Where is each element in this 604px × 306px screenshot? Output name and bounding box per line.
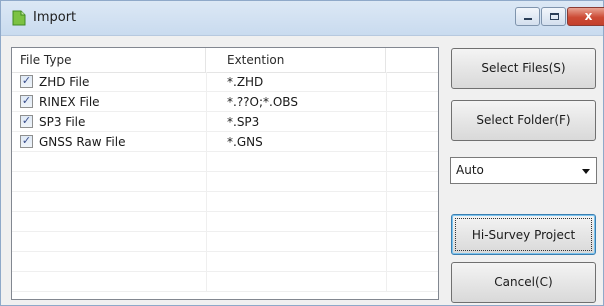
chevron-down-icon[interactable]: [582, 169, 590, 174]
extension-cell: *.ZHD: [227, 75, 264, 89]
column-divider: [386, 192, 387, 212]
empty-row: [12, 192, 438, 212]
file-type-cell: GNSS Raw File: [39, 135, 126, 149]
empty-row: [12, 212, 438, 232]
column-divider: [386, 212, 387, 232]
column-divider: [206, 172, 207, 192]
column-divider: [386, 152, 387, 172]
table-row[interactable]: ✓ SP3 File *.SP3: [12, 112, 438, 132]
column-divider: [206, 152, 207, 172]
checkmark-icon: ✓: [21, 134, 32, 147]
mode-select-value: Auto: [456, 163, 484, 177]
file-type-list[interactable]: File Type Extention ✓ ZHD File *.ZHD ✓ RINEX…: [11, 47, 439, 300]
column-divider: [206, 112, 207, 132]
empty-row: [12, 272, 438, 292]
select-folder-button[interactable]: Select Folder(F): [451, 100, 596, 141]
table-row[interactable]: ✓ RINEX File *.??O;*.OBS: [12, 92, 438, 112]
column-divider: [386, 272, 387, 292]
column-header-file-type[interactable]: File Type: [12, 48, 206, 72]
hi-survey-project-button[interactable]: Hi-Survey Project: [451, 214, 596, 255]
maximize-icon: [550, 13, 559, 20]
empty-row: [12, 232, 438, 252]
row-checkbox[interactable]: ✓: [20, 94, 33, 108]
maximize-button[interactable]: [541, 7, 566, 26]
window-title: Import: [33, 10, 77, 25]
checkmark-icon: ✓: [21, 114, 32, 127]
column-divider: [206, 92, 207, 112]
column-divider: [386, 252, 387, 272]
column-divider: [206, 252, 207, 272]
checkmark-icon: ✓: [21, 74, 32, 87]
column-divider: [386, 72, 387, 92]
column-header-extention[interactable]: Extention: [206, 48, 386, 72]
file-type-cell: SP3 File: [39, 115, 86, 129]
list-header: File Type Extention: [12, 48, 438, 73]
empty-row: [12, 172, 438, 192]
extension-cell: *.??O;*.OBS: [227, 95, 298, 109]
column-divider: [386, 232, 387, 252]
row-checkbox[interactable]: ✓: [20, 134, 33, 148]
extension-cell: *.GNS: [227, 135, 263, 149]
empty-row: [12, 152, 438, 172]
column-divider: [206, 72, 207, 92]
minimize-button[interactable]: [515, 7, 540, 26]
column-divider: [206, 232, 207, 252]
column-divider: [386, 112, 387, 132]
file-type-cell: RINEX File: [39, 95, 100, 109]
empty-row: [12, 252, 438, 272]
minimize-icon: [524, 18, 532, 20]
app-icon: [12, 10, 26, 26]
column-divider: [206, 272, 207, 292]
checkmark-icon: ✓: [21, 94, 32, 107]
column-divider: [206, 192, 207, 212]
import-dialog: Import x File Type Extention ✓ ZHD File *.…: [0, 0, 604, 306]
row-checkbox[interactable]: ✓: [20, 74, 33, 88]
close-icon: x: [584, 9, 593, 23]
column-divider: [386, 172, 387, 192]
select-files-button[interactable]: Select Files(S): [451, 48, 596, 89]
column-divider: [386, 132, 387, 152]
row-checkbox[interactable]: ✓: [20, 114, 33, 128]
extension-cell: *.SP3: [227, 115, 260, 129]
title-bar[interactable]: Import x: [1, 1, 604, 36]
close-button[interactable]: x: [567, 7, 604, 26]
column-divider: [206, 212, 207, 232]
column-divider: [386, 92, 387, 112]
table-row[interactable]: ✓ ZHD File *.ZHD: [12, 72, 438, 92]
column-divider: [206, 132, 207, 152]
cancel-button[interactable]: Cancel(C): [451, 262, 596, 303]
mode-select[interactable]: Auto: [450, 157, 597, 184]
column-header-empty[interactable]: [386, 48, 438, 72]
hi-survey-project-label: Hi-Survey Project: [455, 218, 592, 251]
table-row[interactable]: ✓ GNSS Raw File *.GNS: [12, 132, 438, 152]
file-type-cell: ZHD File: [39, 75, 90, 89]
